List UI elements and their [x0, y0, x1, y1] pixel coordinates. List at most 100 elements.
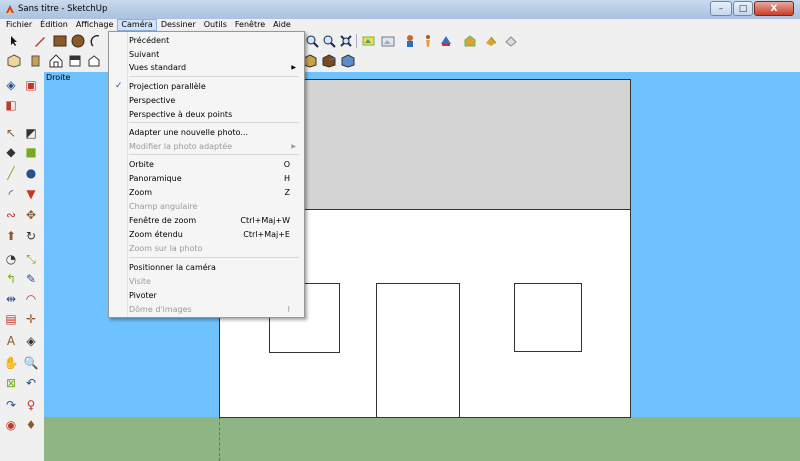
walk-icon[interactable]: ♦: [22, 416, 40, 434]
orbit-icon[interactable]: ◈: [2, 76, 20, 94]
select-icon[interactable]: ↖: [2, 124, 20, 142]
menu-item-shortcut: H: [283, 174, 290, 183]
zoomwindow-icon[interactable]: ⊠: [2, 374, 20, 392]
3dtext-icon[interactable]: A: [2, 332, 20, 350]
iso-view-icon[interactable]: [6, 53, 22, 69]
extension-icon[interactable]: [483, 33, 499, 49]
zoom-icon[interactable]: [321, 33, 337, 49]
menu-fenetre[interactable]: Fenêtre: [231, 19, 269, 31]
freehand-icon[interactable]: ∾: [2, 206, 20, 224]
figure-icon[interactable]: [420, 33, 436, 49]
orbit-icon[interactable]: ◈: [22, 332, 40, 350]
camera-menu-item[interactable]: Perspective: [109, 94, 304, 107]
photo-icon[interactable]: [380, 33, 396, 49]
menu-separator: [129, 76, 299, 77]
prev-icon[interactable]: ↶: [22, 374, 40, 392]
axes-icon[interactable]: ✛: [22, 310, 40, 328]
followme-icon[interactable]: ◔: [2, 250, 20, 268]
camera-menu-item[interactable]: Zoom étendu Ctrl+Maj+E: [109, 228, 304, 241]
close-button[interactable]: X: [754, 1, 794, 16]
menu-separator: [129, 122, 299, 123]
menu-item-label: Adapter une nouvelle photo...: [129, 128, 249, 137]
warehouse-icon[interactable]: [462, 33, 478, 49]
front-view-icon[interactable]: [28, 53, 44, 69]
rotate-icon[interactable]: ↻: [22, 227, 40, 245]
protractor-icon[interactable]: ◠: [22, 290, 40, 308]
menu-item-shortcut: Ctrl+Maj+E: [243, 230, 290, 239]
home-view-icon[interactable]: [48, 53, 64, 69]
camera-menu-item[interactable]: Adapter une nouvelle photo...: [109, 126, 304, 139]
camera-menu-item[interactable]: Zoom Z: [109, 186, 304, 199]
title-bar: Sans titre - SketchUp – □ X: [0, 0, 800, 19]
menu-item-shortcut: I: [287, 305, 290, 314]
style-mono-icon[interactable]: [340, 53, 356, 69]
move-icon[interactable]: ✥: [22, 206, 40, 224]
menu-item-shortcut: Ctrl+Maj+W: [240, 216, 290, 225]
eraser-icon[interactable]: ◩: [22, 124, 40, 142]
door[interactable]: [376, 283, 460, 418]
circle-icon[interactable]: ●: [22, 164, 40, 182]
menu-aide[interactable]: Aide: [269, 19, 295, 31]
menu-outils[interactable]: Outils: [200, 19, 231, 31]
lookaround-icon[interactable]: ◉: [2, 416, 20, 434]
arc-icon[interactable]: ◜: [2, 185, 20, 203]
pan-icon[interactable]: ✋: [2, 354, 20, 372]
zoom-extents-icon[interactable]: [338, 33, 354, 49]
share-model-icon[interactable]: [503, 33, 519, 49]
menu-item-label: Modifier la photo adaptée: [129, 142, 233, 151]
next-icon[interactable]: ↷: [2, 396, 20, 414]
camera-menu-item[interactable]: Perspective à deux points: [109, 108, 304, 121]
styles-icon[interactable]: [438, 33, 454, 49]
camera-menu-item[interactable]: Pivoter: [109, 289, 304, 302]
menu-camera[interactable]: Caméra: [117, 19, 157, 31]
camera-menu-item[interactable]: Précédent: [109, 34, 304, 47]
axis-line: [219, 417, 220, 461]
pushpull-icon[interactable]: ⬆: [2, 227, 20, 245]
camera-menu-item[interactable]: Suivant: [109, 48, 304, 61]
left-view-icon[interactable]: [86, 53, 102, 69]
menu-item-label: Positionner la caméra: [129, 263, 216, 272]
circle-icon[interactable]: [70, 33, 86, 49]
minimize-button[interactable]: –: [710, 1, 732, 16]
components-icon[interactable]: [402, 33, 418, 49]
dimension-icon[interactable]: ⇹: [2, 290, 20, 308]
window-right[interactable]: [514, 283, 582, 352]
style-texture-icon[interactable]: [321, 53, 337, 69]
scale-icon[interactable]: ⤡: [22, 250, 40, 268]
menu-bar: Fichier Édition Affichage Caméra Dessine…: [0, 19, 800, 31]
rectangle-icon[interactable]: ■: [22, 143, 40, 161]
zoom-window-icon[interactable]: [304, 33, 320, 49]
camera-menu-item[interactable]: Panoramique H: [109, 172, 304, 185]
pencil-icon[interactable]: [32, 33, 48, 49]
arc-icon[interactable]: [88, 33, 104, 49]
maximize-button[interactable]: □: [733, 1, 753, 16]
menu-item-label: Zoom: [129, 188, 153, 197]
menu-separator: [129, 154, 299, 155]
select-icon[interactable]: [6, 33, 22, 49]
menu-item-label: Perspective à deux points: [129, 110, 233, 119]
zoom-icon[interactable]: 🔍: [22, 354, 40, 372]
back-view-icon[interactable]: [67, 53, 83, 69]
text-icon[interactable]: ▤: [2, 310, 20, 328]
section-icon[interactable]: ◧: [2, 96, 20, 114]
scenes-icon[interactable]: [361, 33, 377, 49]
offset-icon[interactable]: ↰: [2, 270, 20, 288]
camera-menu-item[interactable]: Orbite O: [109, 158, 304, 171]
menu-dessiner[interactable]: Dessiner: [157, 19, 200, 31]
camera-menu-item[interactable]: Positionner la caméra: [109, 261, 304, 274]
pencil-icon[interactable]: ╱: [2, 164, 20, 182]
menu-fichier[interactable]: Fichier: [2, 19, 36, 31]
scene-label: Droite: [46, 73, 71, 82]
position-camera-icon[interactable]: ♀: [22, 396, 40, 414]
paint-icon[interactable]: ◆: [2, 143, 20, 161]
tape-icon[interactable]: ✎: [22, 270, 40, 288]
rectangle-icon[interactable]: [52, 33, 68, 49]
camera-menu-item[interactable]: Vues standard ▶: [109, 61, 304, 74]
camera-menu-item[interactable]: Fenêtre de zoom Ctrl+Maj+W: [109, 214, 304, 227]
polygon-icon[interactable]: ▼: [22, 185, 40, 203]
menu-item-label: Dôme d'images: [129, 305, 192, 314]
menu-affichage[interactable]: Affichage: [72, 19, 118, 31]
camera-menu-item[interactable]: ✓ Projection parallèle: [109, 80, 304, 93]
component-icon[interactable]: ▣: [22, 76, 40, 94]
menu-edition[interactable]: Édition: [36, 19, 72, 31]
